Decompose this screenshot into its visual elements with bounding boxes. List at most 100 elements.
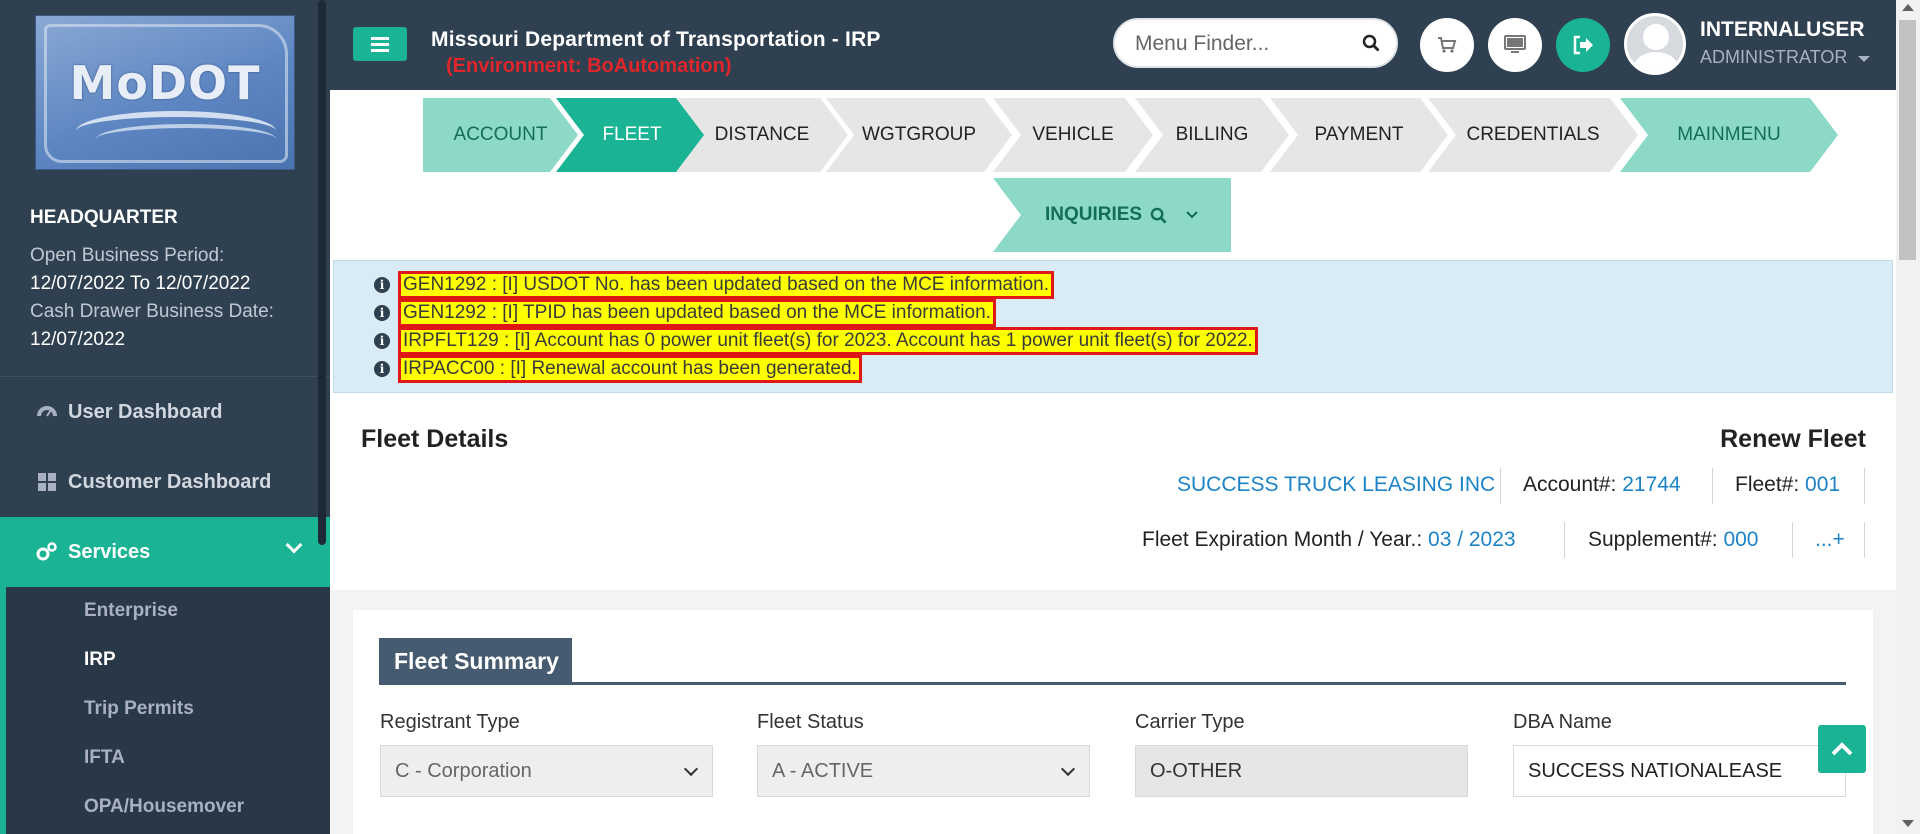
alert-message-text: IRPFLT129 : [I] Account has 0 power unit… — [398, 327, 1258, 355]
fleet-status-select[interactable]: A - ACTIVE — [757, 745, 1090, 797]
step-label: DISTANCE — [714, 124, 810, 145]
user-role[interactable]: ADMINISTRATOR — [1700, 47, 1847, 68]
step-label: CREDENTIALS — [1466, 124, 1600, 145]
step-mainmenu[interactable]: MAINMENU — [1620, 98, 1838, 172]
info-alert: i GEN1292 : [I] USDOT No. has been updat… — [333, 260, 1893, 393]
step-label: ACCOUNT — [453, 124, 548, 145]
chevron-up-icon — [1831, 742, 1853, 756]
cart-button[interactable] — [1420, 18, 1474, 72]
step-label: FLEET — [602, 124, 662, 145]
carrier-type-label: Carrier Type — [1135, 711, 1245, 733]
expiration-label: Fleet Expiration Month / Year.: — [1142, 528, 1423, 551]
divider — [1564, 522, 1565, 558]
info-icon: i — [374, 361, 390, 377]
environment-label: (Environment: BoAutomation) — [446, 55, 732, 77]
avatar[interactable] — [1624, 13, 1686, 75]
modot-logo[interactable]: MoDOT — [35, 15, 295, 170]
inquiries-label: INQUIRIES — [1044, 204, 1143, 225]
dashboard-icon — [36, 401, 58, 423]
scroll-to-top-button[interactable] — [1818, 725, 1866, 773]
alert-message-text: GEN1292 : [I] TPID has been updated base… — [398, 299, 996, 327]
subnav-ifta[interactable]: IFTA — [84, 747, 125, 769]
registrant-type-select[interactable]: C - Corporation — [380, 745, 713, 797]
search-icon — [1150, 207, 1167, 224]
app-title: Missouri Department of Transportation - … — [431, 28, 881, 51]
chevron-down-icon — [683, 761, 699, 777]
desktop-button[interactable] — [1488, 18, 1542, 72]
field-value: SUCCESS NATIONALEASE — [1528, 759, 1783, 782]
cash-drawer-label: Cash Drawer Business Date: — [30, 301, 274, 322]
swoosh-icon-2 — [96, 124, 276, 154]
step-label: BILLING — [1175, 124, 1249, 145]
chevron-down-icon — [1186, 211, 1198, 219]
info-icon: i — [374, 305, 390, 321]
divider — [1712, 468, 1713, 504]
scroll-down-arrow-icon[interactable] — [1902, 820, 1914, 827]
nav-label: User Dashboard — [68, 400, 223, 423]
subnav-enterprise[interactable]: Enterprise — [84, 600, 178, 622]
chevron-down-icon — [285, 536, 303, 554]
scroll-up-arrow-icon[interactable] — [1902, 4, 1914, 11]
sidebar-scrollbar[interactable] — [318, 0, 326, 545]
menu-finder-input[interactable] — [1133, 29, 1353, 59]
nav-user-dashboard[interactable]: User Dashboard — [0, 382, 330, 442]
chevron-down-icon — [1060, 761, 1076, 777]
step-label: WGTGROUP — [862, 124, 976, 145]
carrier-type-field[interactable]: O-OTHER — [1135, 745, 1468, 797]
caret-down-icon[interactable] — [1858, 56, 1870, 62]
menu-toggle-button[interactable] — [353, 27, 407, 61]
expiration-value: 03 / 2023 — [1428, 528, 1516, 551]
subnav-irp[interactable]: IRP — [84, 649, 116, 671]
subnav-trip-permits[interactable]: Trip Permits — [84, 698, 194, 720]
step-label: MAINMENU — [1677, 124, 1781, 145]
office-name: HEADQUARTER — [30, 207, 178, 228]
step-label: PAYMENT — [1314, 124, 1404, 145]
select-value: C - Corporation — [395, 759, 532, 782]
sign-out-icon — [1573, 35, 1593, 55]
nav-label: Services — [68, 540, 151, 563]
fleet-number: Fleet#: 001 — [1735, 473, 1840, 497]
alert-message-text: GEN1292 : [I] USDOT No. has been updated… — [398, 271, 1055, 299]
desktop-icon — [1504, 35, 1526, 53]
logout-button[interactable] — [1556, 18, 1610, 72]
dba-name-label: DBA Name — [1513, 711, 1612, 733]
dba-name-input[interactable]: SUCCESS NATIONALEASE — [1513, 745, 1846, 797]
fleet-details-title: Fleet Details — [361, 425, 509, 453]
fleet-value[interactable]: 001 — [1805, 473, 1840, 496]
scrollbar-thumb[interactable] — [1899, 20, 1916, 260]
cart-icon — [1438, 37, 1457, 53]
nav-label: Customer Dashboard — [68, 470, 272, 493]
select-value: A - ACTIVE — [772, 759, 874, 782]
fleet-expiration: Fleet Expiration Month / Year.: 03 / 202… — [1142, 528, 1516, 552]
open-period-value: 12/07/2022 To 12/07/2022 — [30, 273, 251, 294]
renew-fleet-title: Renew Fleet — [1720, 425, 1866, 453]
grid-icon — [36, 471, 58, 493]
divider — [1864, 522, 1865, 558]
company-name[interactable]: SUCCESS TRUCK LEASING INC — [1177, 473, 1495, 497]
search-icon[interactable] — [1362, 34, 1380, 52]
step-credentials[interactable]: CREDENTIALS — [1428, 98, 1638, 172]
supplement-number: Supplement#: 000 — [1588, 528, 1758, 552]
alert-message-text: IRPACC00 : [I] Renewal account has been … — [398, 355, 862, 383]
logo-text: MoDOT — [69, 56, 261, 110]
info-icon: i — [374, 333, 390, 349]
fleet-label: Fleet#: — [1735, 473, 1800, 496]
step-label: VEHICLE — [1032, 124, 1114, 145]
divider — [1864, 468, 1865, 504]
more-details-link[interactable]: ...+ — [1815, 528, 1845, 552]
inquiries-dropdown[interactable]: INQUIRIES — [993, 178, 1231, 252]
field-value: O-OTHER — [1150, 759, 1243, 782]
supplement-label: Supplement#: — [1588, 528, 1718, 551]
fleet-summary-tab[interactable]: Fleet Summary — [379, 638, 572, 684]
fleet-status-label: Fleet Status — [757, 711, 864, 733]
divider — [1500, 468, 1501, 504]
subnav-opa-housemover[interactable]: OPA/Housemover — [84, 796, 244, 818]
sidebar-divider — [0, 376, 330, 377]
nav-services[interactable]: Services — [0, 517, 330, 587]
account-number: Account#: 21744 — [1523, 473, 1681, 497]
nav-customer-dashboard[interactable]: Customer Dashboard — [0, 452, 330, 512]
user-name[interactable]: INTERNALUSER — [1700, 18, 1865, 42]
cogs-icon — [36, 541, 58, 563]
account-value[interactable]: 21744 — [1622, 473, 1680, 496]
step-account[interactable]: ACCOUNT — [423, 98, 578, 172]
